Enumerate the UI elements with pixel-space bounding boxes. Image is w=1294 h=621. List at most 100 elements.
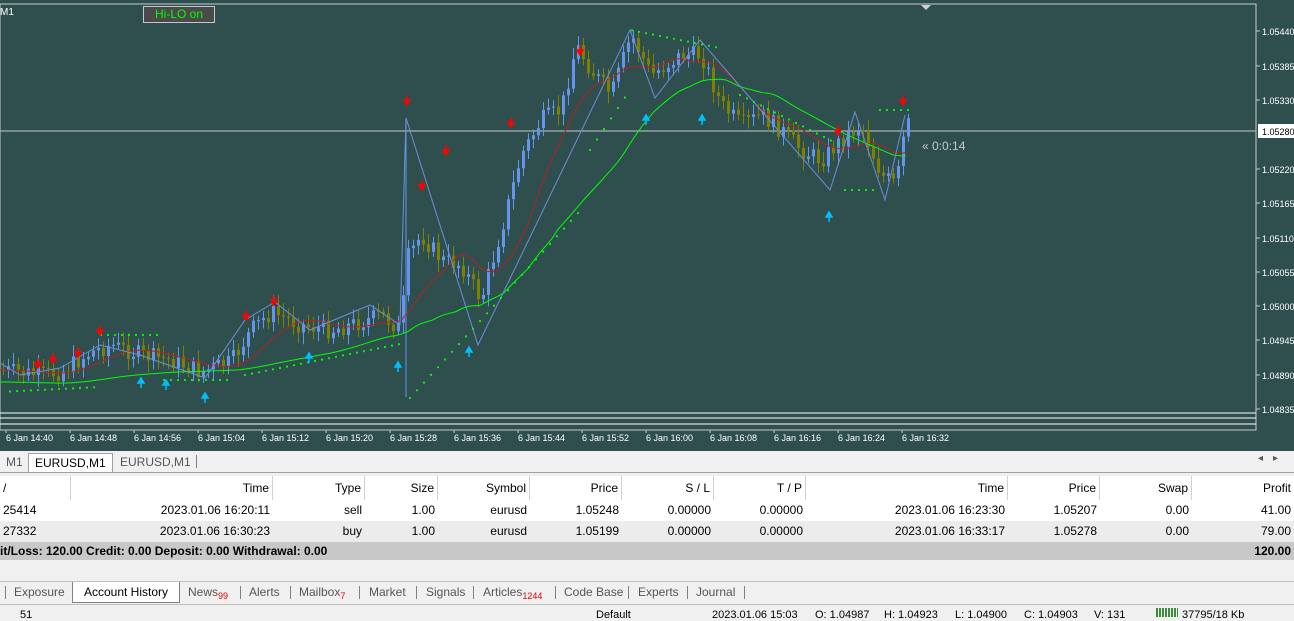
- tab-experts[interactable]: Experts: [634, 582, 683, 602]
- sar-dot: [534, 258, 538, 261]
- candle: [342, 328, 345, 336]
- candle: [422, 239, 425, 245]
- chart-tab-3[interactable]: EURUSD,M1: [114, 453, 197, 471]
- col-order[interactable]: /: [0, 476, 71, 500]
- tab-journal[interactable]: Journal: [692, 582, 739, 602]
- sar-dot: [752, 100, 756, 104]
- sar-dot: [50, 388, 54, 391]
- col-close-time[interactable]: Time: [806, 476, 1008, 500]
- chart-tab-2[interactable]: EURUSD,M1: [28, 453, 113, 472]
- chart-canvas[interactable]: 1.05440 1.05385 1.05330 1.05280 1.05220 1.051…: [0, 0, 1294, 451]
- price-label: 1.05330: [1262, 96, 1294, 106]
- sar-dot: [829, 139, 833, 142]
- sar-dot: [341, 354, 345, 357]
- tab-articles[interactable]: Articles1244: [479, 582, 546, 602]
- candle: [12, 363, 15, 367]
- candle: [702, 58, 705, 69]
- col-swap[interactable]: Swap: [1100, 476, 1192, 500]
- tab-signals[interactable]: Signals: [422, 582, 469, 602]
- sar-dot: [787, 118, 791, 121]
- col-price[interactable]: Price: [530, 476, 622, 500]
- col-time[interactable]: Time: [71, 476, 273, 500]
- hilo-toggle-button[interactable]: Hi-LO on: [143, 6, 215, 23]
- status-high: H: 1.04923: [884, 609, 938, 621]
- sar-dot: [436, 366, 440, 369]
- candle: [332, 332, 335, 339]
- sar-dot: [127, 333, 131, 337]
- tab-exposure[interactable]: Exposure: [10, 582, 69, 602]
- time-label: 6 Jan 15:44: [518, 433, 565, 443]
- table-row[interactable]: 25414 2023.01.06 16:20:11 sell 1.00 euru…: [0, 500, 1294, 521]
- time-label: 6 Jan 14:48: [70, 433, 117, 443]
- candle: [537, 128, 540, 136]
- candle: [802, 148, 805, 160]
- sar-dot: [183, 378, 187, 382]
- col-close-price[interactable]: Price: [1008, 476, 1100, 500]
- tab-divider: [5, 586, 6, 599]
- tab-divider: [196, 455, 197, 468]
- col-size[interactable]: Size: [365, 476, 438, 500]
- sell-arrow-icon: [73, 347, 83, 359]
- candle: [117, 342, 120, 345]
- candle: [907, 118, 910, 137]
- candle: [562, 95, 565, 115]
- sell-arrow-icon: [898, 95, 908, 107]
- tab-mailbox[interactable]: Mailbox7: [295, 582, 349, 602]
- candle: [122, 342, 125, 345]
- candle: [897, 166, 900, 179]
- tab-market[interactable]: Market: [365, 582, 410, 602]
- candle: [602, 74, 605, 78]
- tab-alerts[interactable]: Alerts: [245, 582, 284, 602]
- candle: [517, 168, 520, 183]
- candle: [372, 310, 375, 319]
- candle: [492, 262, 495, 270]
- candle: [682, 53, 685, 60]
- chart-tab-1[interactable]: M1: [0, 453, 29, 471]
- candle: [557, 106, 560, 115]
- candle: [797, 134, 800, 149]
- candle: [237, 349, 240, 356]
- sar-dot: [885, 108, 889, 112]
- tab-mailbox-label: Mailbox: [299, 585, 341, 599]
- candle: [112, 344, 115, 346]
- tab-code-base[interactable]: Code Base: [560, 582, 627, 602]
- sar-dot: [616, 106, 620, 110]
- candle: [872, 147, 875, 159]
- sar-dot: [595, 138, 599, 141]
- sar-dot: [92, 386, 96, 389]
- sar-dot: [780, 114, 784, 118]
- col-tp[interactable]: T / P: [714, 476, 806, 500]
- col-symbol[interactable]: Symbol: [438, 476, 530, 500]
- sar-dot: [43, 388, 47, 391]
- candle: [742, 114, 745, 116]
- col-sl[interactable]: S / L: [622, 476, 714, 500]
- cell-swap: 0.00: [1165, 524, 1189, 538]
- candle: [177, 356, 180, 368]
- chart-tab-strip: M1 EURUSD,M1 EURUSD,M1 ◂▸: [0, 451, 1294, 473]
- candle: [757, 114, 760, 116]
- sar-dot: [8, 390, 12, 393]
- tab-account-history[interactable]: Account History: [72, 582, 180, 603]
- candle: [417, 239, 420, 246]
- col-profit[interactable]: Profit: [1192, 476, 1294, 500]
- bar-countdown: « 0:0:14: [922, 139, 966, 153]
- sar-dot: [299, 362, 303, 365]
- time-label: 6 Jan 15:04: [198, 433, 245, 443]
- sar-dot: [271, 368, 275, 371]
- buy-arrow-icon: [200, 391, 210, 403]
- cell-time: 2023.01.06 16:30:23: [159, 524, 270, 538]
- sar-dot: [120, 333, 124, 337]
- candle: [567, 88, 570, 96]
- sar-dot: [672, 37, 676, 40]
- candle: [242, 346, 245, 356]
- candle: [197, 361, 200, 377]
- candle: [612, 81, 615, 92]
- price-chart[interactable]: 1.05440 1.05385 1.05330 1.05280 1.05220 1.051…: [0, 0, 1294, 451]
- tab-divider: [359, 586, 360, 599]
- col-type[interactable]: Type: [273, 476, 365, 500]
- tab-news[interactable]: News99: [184, 582, 232, 602]
- candle: [552, 106, 555, 108]
- tab-scroll-arrows-icon[interactable]: ◂▸: [1258, 453, 1288, 464]
- sell-arrow-icon: [48, 353, 58, 365]
- table-row[interactable]: 27332 2023.01.06 16:30:23 buy 1.00 eurus…: [0, 521, 1294, 542]
